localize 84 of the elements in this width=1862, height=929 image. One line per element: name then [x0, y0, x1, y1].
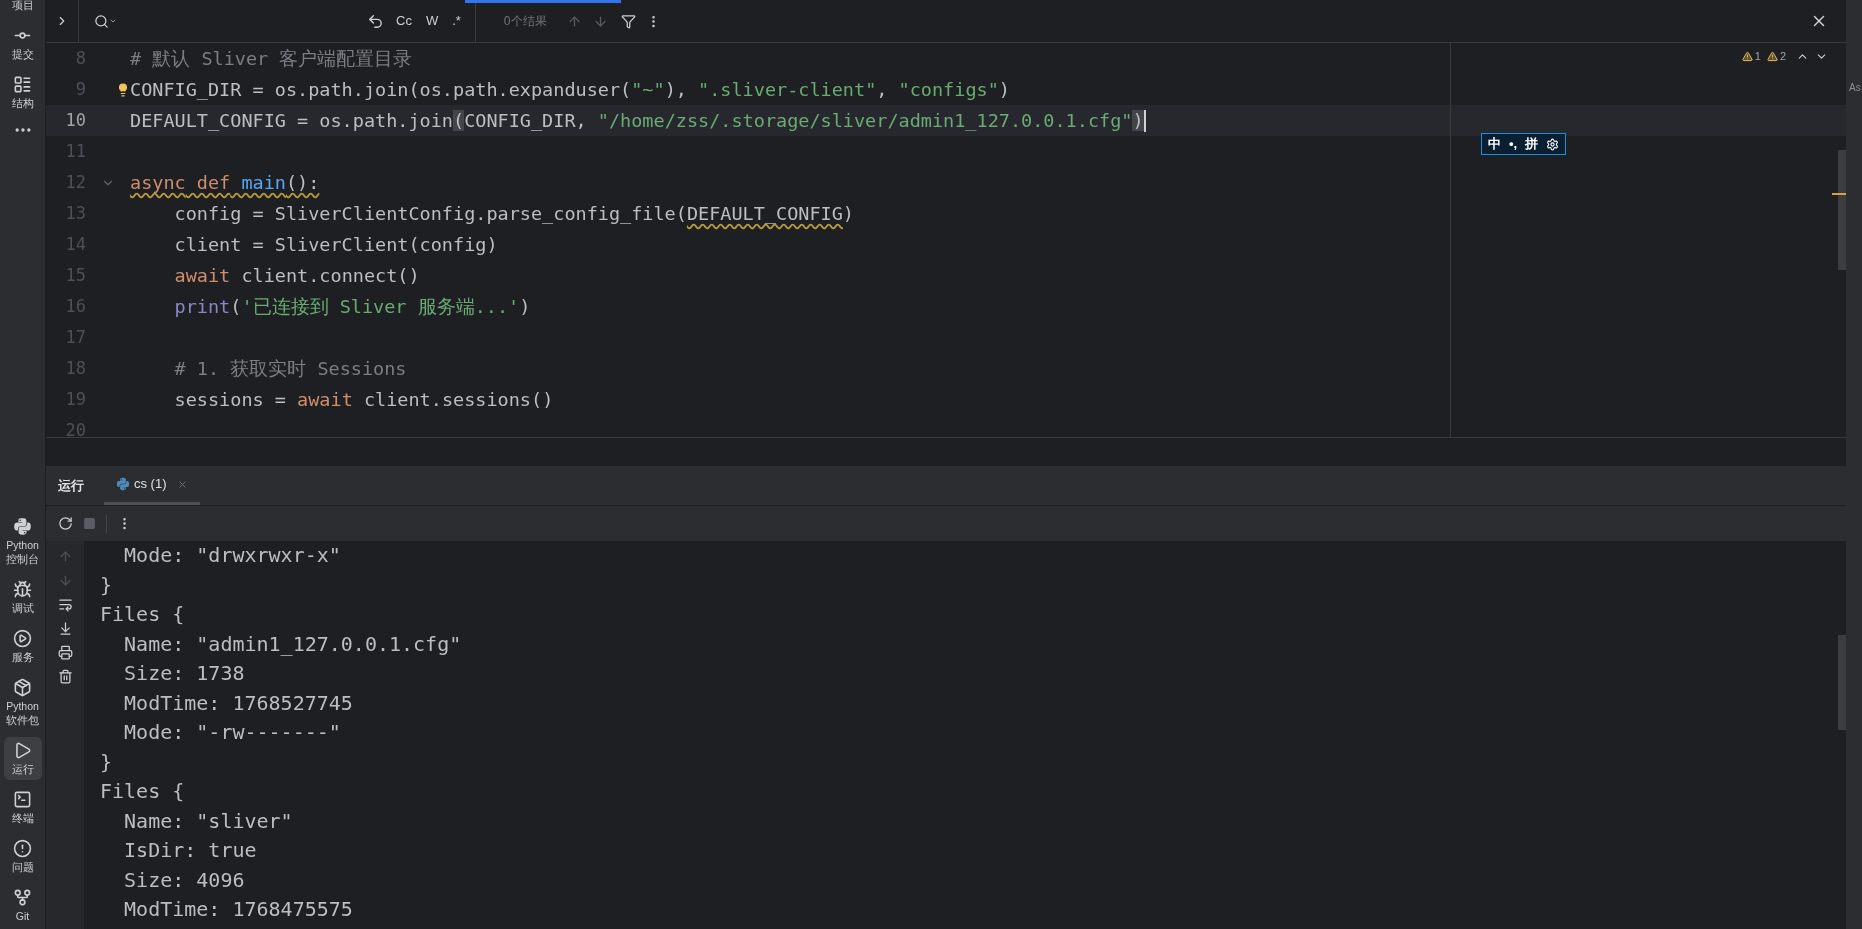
result-count: 0个结果	[503, 13, 547, 30]
code-line: DEFAULT_CONFIG = os.path.join(CONFIG_DIR, "/home/zss/.storage/sliver/admin1_127.0.0.1.cfg")	[130, 108, 1144, 133]
sidebar-item[interactable]: 结构	[3, 71, 42, 114]
newline-icon[interactable]	[367, 12, 384, 30]
sidebar-item[interactable]: 项目	[3, 0, 42, 16]
sidebar-label: 提交	[10, 47, 35, 61]
sidebar-item[interactable]: 问题	[3, 835, 42, 878]
play-icon	[13, 741, 32, 760]
structure-icon	[13, 75, 32, 94]
sidebar-label: Python软件包	[5, 699, 40, 727]
terminal-icon	[13, 790, 32, 809]
console-line: Name: "admin1_127.0.0.1.cfg"	[123, 630, 463, 658]
code-line: # 1. 获取实时 Sessions	[173, 356, 407, 381]
package-icon	[13, 678, 32, 697]
bug-icon	[13, 580, 32, 599]
warning-marker	[1832, 193, 1846, 195]
text-caret	[1143, 109, 1146, 132]
console-line: Name: "sliver"	[123, 807, 294, 835]
sidebar-label: 服务	[10, 650, 35, 664]
code-line: await client.connect()	[173, 263, 420, 288]
branch-icon	[13, 888, 32, 907]
sidebar-item[interactable]: 调试	[3, 576, 42, 619]
console-line: Size: 4096	[123, 866, 246, 894]
search-icon[interactable]	[94, 13, 109, 29]
code-line: # 默认 Sliver 客户端配置目录	[130, 46, 413, 71]
console-line: ModTime: 1768475575	[123, 896, 354, 923]
line-number: 10	[64, 108, 86, 132]
warning-icon	[1741, 50, 1753, 62]
code-line: client = SliverClient(config)	[173, 232, 498, 257]
sidebar-label: 终端	[10, 811, 35, 825]
search-option[interactable]: W	[423, 11, 441, 31]
sidebar-label: 项目	[10, 0, 35, 12]
settings-icon[interactable]	[1546, 137, 1560, 151]
console-line: Files {	[100, 601, 186, 628]
snake-icon	[116, 477, 130, 491]
search-option[interactable]: .*	[450, 11, 463, 31]
search-option[interactable]: Cc	[394, 11, 414, 31]
console-line: }	[100, 571, 114, 599]
code-line: config = SliverClientConfig.parse_config_file(DEFAULT_CONFIG)	[173, 201, 854, 226]
sidebar-label: 结构	[10, 96, 35, 110]
console-line: Mode: "-rw-------"	[123, 719, 342, 746]
console-line: }	[100, 748, 114, 776]
panel-title: 运行	[58, 476, 84, 495]
rerun-icon[interactable]	[58, 516, 73, 531]
sidebar-item[interactable]: Git	[3, 884, 42, 927]
sidebar-item[interactable]: Python软件包	[3, 674, 42, 731]
console-line: Files {	[100, 778, 186, 805]
sidebar-item[interactable]: 运行	[3, 737, 42, 780]
code-line: print('已连接到 Sliver 服务端...')	[173, 294, 531, 319]
code-line: sessions = await client.sessions()	[173, 387, 554, 412]
code-line: CONFIG_DIR = os.path.join(os.path.expanduser("~"), ".sliver-client", "configs")	[130, 77, 1010, 102]
sidebar-label: 运行	[10, 762, 35, 776]
console-line: ModTime: 1768527745	[123, 689, 354, 717]
sidebar-item[interactable]: Python控制台	[3, 513, 42, 570]
strip-label: As	[1849, 82, 1861, 93]
sidebar-item[interactable]: 提交	[3, 22, 42, 65]
sidebar-label: 调试	[10, 601, 35, 615]
sidebar-item[interactable]: 终端	[3, 786, 42, 829]
console-line: IsDir: true	[123, 837, 258, 864]
tab-label: cs (1)	[134, 475, 167, 494]
snake-icon	[13, 517, 32, 536]
sidebar-label: Git	[14, 909, 31, 923]
code-line: async def main():	[130, 170, 320, 195]
warning-count[interactable]: 2	[1766, 48, 1786, 65]
ime-button[interactable]: 中	[1488, 134, 1501, 154]
sidebar-label: 问题	[10, 860, 35, 874]
printer-icon[interactable]	[57, 645, 73, 660]
play-circle-icon	[13, 629, 32, 648]
filter-icon[interactable]	[620, 13, 636, 29]
console-line: Size: 1738	[123, 660, 246, 687]
wrap-icon[interactable]	[57, 597, 73, 612]
ime-button[interactable]: •,	[1509, 134, 1518, 154]
scrollbar-thumb[interactable]	[1838, 150, 1846, 270]
warning-icon	[1766, 50, 1778, 62]
lightbulb-icon[interactable]	[116, 81, 130, 98]
sidebar-label: Python控制台	[5, 538, 40, 566]
ime-button[interactable]: 拼	[1525, 134, 1539, 154]
alert-icon	[13, 839, 32, 858]
warning-count[interactable]: 1	[1741, 48, 1761, 65]
trash-icon[interactable]	[57, 669, 73, 684]
sidebar-item[interactable]: 服务	[3, 625, 42, 668]
scrollbar-thumb[interactable]	[1838, 635, 1846, 730]
caret-icon[interactable]	[109, 17, 117, 25]
console-line: Mode: "drwxrwxr-x"	[123, 542, 342, 569]
